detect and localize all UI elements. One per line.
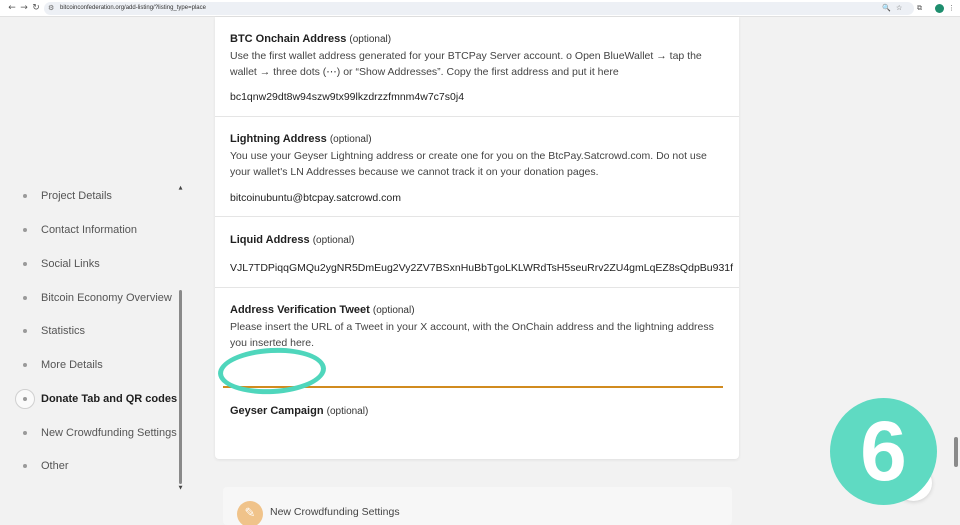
sidebar-item-label: More Details	[41, 359, 103, 371]
field-label: Address Verification Tweet	[230, 304, 370, 316]
reload-icon[interactable]: ↻	[30, 2, 42, 14]
sidebar-item-label: Other	[41, 460, 69, 472]
btc-onchain-input[interactable]: bc1qnw29dt8w94szw9tx99lkzdrzzfmnm4w7c7s0…	[230, 91, 464, 103]
optional-tag: (optional)	[312, 235, 355, 246]
bullet-icon	[23, 397, 27, 401]
bullet-icon	[23, 464, 27, 468]
optional-tag: (optional)	[329, 134, 372, 145]
field-label: BTC Onchain Address	[230, 33, 347, 45]
sidebar-item-label: New Crowdfunding Settings	[41, 427, 177, 439]
optional-tag: (optional)	[349, 34, 392, 45]
forward-icon[interactable]: →	[18, 2, 30, 14]
bullet-icon	[23, 329, 27, 333]
optional-tag: (optional)	[372, 305, 415, 316]
extensions-icon[interactable]: ⧉	[914, 3, 925, 14]
btc-onchain-title: BTC Onchain Address (optional)	[230, 33, 391, 45]
sidebar-item-project-details[interactable]: Project Details	[18, 185, 178, 207]
bullet-icon	[23, 431, 27, 435]
geyser-title: Geyser Campaign (optional)	[230, 405, 368, 417]
sidebar-item-bitcoin-economy-overview[interactable]: Bitcoin Economy Overview	[18, 287, 178, 309]
bullet-icon	[23, 363, 27, 367]
sidebar-item-label: Project Details	[41, 190, 112, 202]
lightning-field: Lightning Address (optional) You use you…	[215, 117, 739, 217]
optional-tag: (optional)	[326, 406, 369, 417]
browser-menu-icon[interactable]: ⋮	[946, 3, 957, 14]
lightning-description: You use your Geyser Lightning address or…	[230, 150, 707, 178]
active-indicator	[15, 389, 35, 409]
step-number: 6	[860, 404, 907, 498]
back-icon[interactable]: ←	[6, 2, 18, 14]
browser-toolbar: ← → ↻ ⚙ bitcoinconfederation.org/add-lis…	[0, 0, 960, 17]
scroll-up-icon[interactable]: ▲	[178, 186, 183, 191]
new-crowdfunding-section[interactable]: ✎ New Crowdfunding Settings	[223, 487, 732, 525]
sidebar-item-more-details[interactable]: More Details	[18, 354, 178, 376]
sidebar-item-contact-information[interactable]: Contact Information	[18, 219, 178, 241]
liquid-title: Liquid Address (optional)	[230, 234, 354, 246]
field-label: Lightning Address	[230, 133, 327, 145]
sidebar-item-label: Contact Information	[41, 224, 137, 236]
sidebar-item-label: Social Links	[41, 258, 100, 270]
sidebar-scrollbar-thumb[interactable]	[179, 290, 182, 484]
profile-avatar[interactable]	[935, 4, 944, 13]
bullet-icon	[23, 262, 27, 266]
donate-tab-form-card: BTC Onchain Address (optional) Use the f…	[215, 17, 739, 459]
liquid-input[interactable]: VJL7TDPiqqGMQu2ygNR5DmEug2Vy2ZV7BSxnHuBb…	[230, 262, 733, 274]
sidebar-item-statistics[interactable]: Statistics	[18, 320, 178, 342]
btc-onchain-field: BTC Onchain Address (optional) Use the f…	[215, 17, 739, 117]
lightning-input[interactable]: bitcoinubuntu@btcpay.satcrowd.com	[230, 192, 401, 204]
field-label: Liquid Address	[230, 234, 310, 246]
bullet-icon	[23, 194, 27, 198]
sidebar-item-donate-tab[interactable]: Donate Tab and QR codes	[15, 388, 178, 410]
sidebar-item-label: Statistics	[41, 325, 86, 337]
step-number-badge: 6	[830, 398, 937, 505]
lightning-title: Lightning Address (optional)	[230, 133, 372, 145]
btc-onchain-description: Use the first wallet address generated f…	[230, 50, 702, 78]
bullet-icon	[23, 228, 27, 232]
scroll-down-icon[interactable]: ▼	[178, 486, 183, 491]
sidebar-item-social-links[interactable]: Social Links	[18, 253, 178, 275]
sidebar-item-new-crowdfunding-settings[interactable]: New Crowdfunding Settings	[18, 422, 178, 444]
bullet-icon	[23, 296, 27, 300]
sidebar-item-label: Donate Tab and QR codes	[41, 393, 178, 405]
sidebar-scrollbar[interactable]: ▲ ▼	[178, 186, 183, 492]
section-title: New Crowdfunding Settings	[270, 506, 400, 518]
sidebar-item-label: Bitcoin Economy Overview	[41, 292, 172, 304]
tweet-description: Please insert the URL of a Tweet in your…	[230, 321, 714, 349]
liquid-field: Liquid Address (optional) VJL7TDPiqqGMQu…	[215, 217, 739, 288]
site-info-icon[interactable]: ⚙	[48, 2, 54, 15]
page-scrollbar-thumb[interactable]	[954, 437, 958, 467]
address-bar[interactable]: ⚙ bitcoinconfederation.org/add-listing/?…	[44, 2, 914, 15]
geyser-field: Geyser Campaign (optional)	[215, 388, 739, 459]
zoom-icon[interactable]: 🔍	[882, 2, 891, 15]
sidebar-item-other[interactable]: Other	[18, 455, 178, 477]
field-label: Geyser Campaign	[230, 405, 324, 417]
pencil-icon: ✎	[237, 501, 263, 525]
url-text[interactable]: bitcoinconfederation.org/add-listing/?li…	[60, 2, 206, 15]
tweet-title: Address Verification Tweet (optional)	[230, 304, 415, 316]
bookmark-star-icon[interactable]: ☆	[896, 2, 902, 15]
